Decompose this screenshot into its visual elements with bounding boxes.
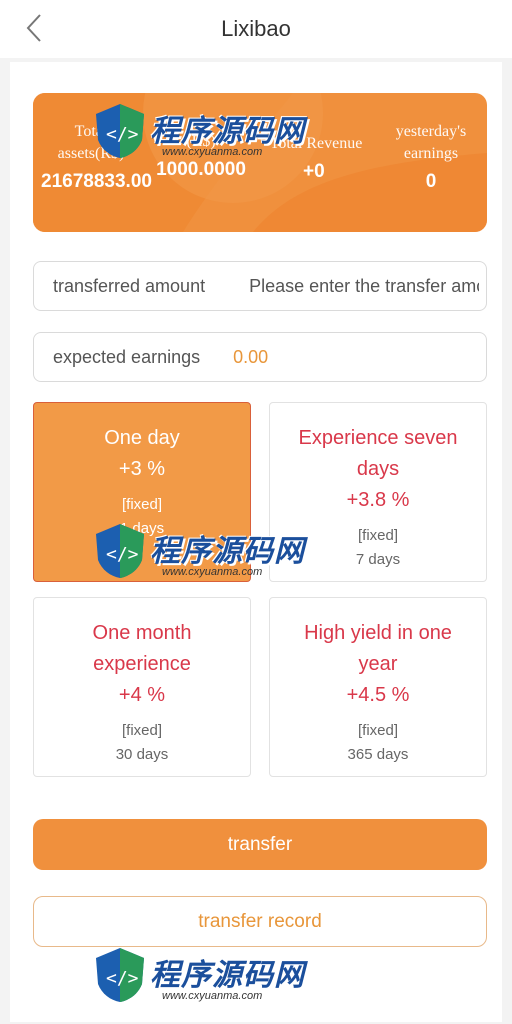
chevron-left-icon[interactable] [20,12,52,44]
plan-name: One month experience [92,622,192,675]
plan-rate: +4 % [118,684,166,706]
total-revenue-value: +0 [303,161,325,182]
plan-days: 365 days [347,746,409,763]
total-revenue-label: Total Revenue [269,135,363,152]
yesterday-earnings-label: yesterday's earnings [395,123,467,162]
total-revenue-stat: Total Revenue +0 [261,133,371,183]
plan-card-seven-days[interactable]: Experience seven days +3.8 % [fixed] 7 d… [269,402,487,582]
page-title: Lixibao [221,16,291,41]
yesterday-earnings-stat: yesterday's earnings 0 [381,121,481,193]
plan-rate: +3 % [118,458,166,480]
total-assets-label: Total assets(R$) [57,123,125,162]
plan-card-one-day[interactable]: One day +3 % [fixed] 1 days [33,402,251,582]
expected-earnings-value: 0.00 [233,346,269,367]
plan-card-one-month[interactable]: One month experience +4 % [fixed] 30 day… [33,597,251,777]
total-assets-stat: Total assets(R$) 21678833.00 [41,121,152,193]
plan-rate: +4.5 % [346,684,410,706]
plan-days: 1 days [119,520,165,537]
plan-name: High yield in one year [304,622,452,675]
assets-summary-card: Total assets(R$) 21678833.00 (R$) 1000.0… [33,93,487,232]
plan-card-one-year[interactable]: High yield in one year +4.5 % [fixed] 36… [269,597,487,777]
balance-label: (R$) [186,133,216,150]
transfer-amount-label: transferred amount [53,275,206,296]
plan-type: [fixed] [121,722,163,739]
plan-type: [fixed] [357,722,399,739]
plan-type: [fixed] [121,496,163,513]
plan-days: 7 days [355,551,401,568]
transfer-button[interactable]: transfer [33,819,487,870]
total-assets-value: 21678833.00 [41,171,152,192]
balance-stat: (R$) 1000.0000 [151,131,251,181]
plan-rate: +3.8 % [346,489,410,511]
plan-days: 30 days [115,746,169,763]
plan-name: Experience seven days [298,427,458,480]
expected-earnings-label: expected earnings [53,346,201,367]
top-navbar: Lixibao [0,0,512,58]
plan-name: One day [104,427,180,449]
yesterday-earnings-value: 0 [425,171,437,192]
expected-earnings-field: expected earnings 0.00 [33,332,487,382]
balance-value: 1000.0000 [156,159,246,180]
transfer-amount-field: transferred amount [33,261,487,311]
transfer-amount-input[interactable] [249,275,480,297]
transfer-record-button[interactable]: transfer record [33,896,487,947]
plan-type: [fixed] [357,527,399,544]
